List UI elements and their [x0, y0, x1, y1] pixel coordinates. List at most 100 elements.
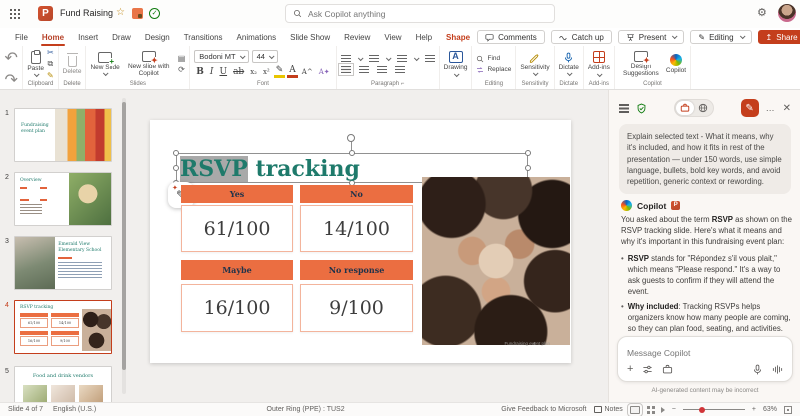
table-header-no-response[interactable]: No response	[300, 260, 413, 280]
slide-indicator[interactable]: Slide 4 of 7	[8, 406, 43, 413]
format-painter-icon[interactable]: ✎	[47, 71, 54, 80]
menu-slide-show[interactable]: Slide Show	[283, 30, 337, 45]
font-color-button[interactable]: A	[287, 65, 298, 78]
paste-button[interactable]: Paste	[27, 51, 44, 77]
font-name-combobox[interactable]: Bodoni MT	[194, 50, 248, 63]
new-slide-dropdown-chevron-icon[interactable]	[103, 71, 109, 77]
paragraph-dialog-launcher-icon[interactable]: ⌐	[401, 81, 405, 87]
voice-microphone-icon[interactable]	[752, 364, 763, 375]
addins-chevron-icon[interactable]	[597, 71, 603, 77]
message-input[interactable]	[627, 348, 783, 358]
superscript-button[interactable]: x²	[261, 68, 272, 76]
design-suggestions-button[interactable]: Design Suggestions	[619, 51, 663, 77]
dictate-button[interactable]: Dictate	[559, 52, 579, 76]
table-header-yes[interactable]: Yes	[181, 185, 293, 203]
character-spacing-button[interactable]: A^	[300, 68, 315, 76]
copy-icon[interactable]: ⧉	[47, 59, 53, 69]
menu-help[interactable]: Help	[409, 30, 439, 45]
redo-icon[interactable]: ↷	[4, 70, 17, 90]
reset-slide-icon[interactable]: ⟳	[178, 65, 185, 74]
paste-dropdown-chevron-icon[interactable]	[34, 72, 40, 78]
present-dropdown-chevron-icon[interactable]	[672, 33, 678, 39]
menu-transitions[interactable]: Transitions	[177, 30, 230, 45]
menu-animations[interactable]: Animations	[230, 30, 284, 45]
menu-insert[interactable]: Insert	[71, 30, 105, 45]
sensitivity-label-icon[interactable]	[132, 8, 143, 19]
table-value-yes[interactable]: 61/100	[181, 205, 293, 252]
menu-view[interactable]: View	[377, 30, 408, 45]
find-button[interactable]: Find	[476, 55, 500, 63]
thumbnail-scrollbar-thumb[interactable]	[122, 102, 126, 370]
selection-handle-top-left[interactable]	[173, 150, 179, 156]
zoom-out-button[interactable]: −	[672, 406, 676, 413]
options-sliders-icon[interactable]	[642, 364, 653, 375]
user-avatar[interactable]	[778, 4, 796, 22]
drawing-button[interactable]: A Drawing	[444, 51, 468, 76]
voice-mode-waveform-icon[interactable]	[772, 364, 783, 375]
subscript-button[interactable]: x₂	[248, 68, 259, 76]
close-panel-icon[interactable]: ✕	[783, 103, 791, 114]
new-chat-button[interactable]: ✎	[741, 99, 759, 117]
copilot-message-input-box[interactable]: +	[617, 336, 793, 382]
menu-review[interactable]: Review	[337, 30, 377, 45]
align-center-button[interactable]	[359, 66, 369, 73]
work-mode-segment[interactable]	[676, 101, 694, 115]
bullets-button[interactable]	[341, 55, 351, 62]
undo-icon[interactable]: ↶	[4, 48, 17, 68]
zoom-slider-handle[interactable]	[699, 407, 705, 413]
work-briefcase-icon[interactable]	[662, 364, 673, 375]
comments-button[interactable]: Comments	[477, 30, 545, 44]
thumbnail-slide-1[interactable]: Fundraising event plan	[14, 108, 112, 162]
columns-button[interactable]	[425, 55, 435, 62]
zoom-slider[interactable]	[683, 409, 745, 410]
saved-status-icon[interactable]: ✓	[149, 8, 160, 19]
chat-history-icon[interactable]	[619, 104, 629, 105]
delete-button[interactable]: Delete	[63, 53, 82, 75]
replace-button[interactable]: Replace	[476, 66, 511, 74]
italic-button[interactable]: I	[208, 67, 216, 77]
new-slide-with-copilot-button[interactable]: New slide with Copilot	[123, 51, 175, 77]
feedback-link[interactable]: Give Feedback to Microsoft	[501, 406, 586, 413]
language-indicator[interactable]: English (U.S.)	[53, 406, 96, 413]
web-mode-segment[interactable]	[694, 101, 712, 115]
highlight-color-button[interactable]: ✎	[274, 65, 286, 78]
strikethrough-button[interactable]: ab	[231, 67, 246, 77]
font-size-combobox[interactable]: 44	[252, 50, 278, 63]
favorite-star-icon[interactable]: ☆	[116, 7, 125, 18]
editing-dropdown-chevron-icon[interactable]	[739, 33, 745, 39]
selection-handle-mid-left[interactable]	[173, 165, 179, 171]
sensitivity-button[interactable]: Sensitivity	[520, 52, 549, 76]
slideshow-view-button[interactable]	[661, 407, 665, 413]
addins-button[interactable]: Add-ins	[588, 51, 610, 76]
cut-scissors-icon[interactable]: ✂	[47, 48, 54, 57]
dictate-chevron-icon[interactable]	[567, 71, 573, 77]
share-button[interactable]: ↥ Share	[758, 30, 800, 44]
sensitivity-chevron-icon[interactable]	[533, 71, 539, 77]
slide-title[interactable]: RSVP tracking	[180, 156, 360, 182]
copilot-ribbon-button[interactable]: Copilot	[666, 54, 686, 74]
clear-formatting-button[interactable]: A✦	[317, 68, 332, 76]
slide-sorter-view-button[interactable]	[647, 406, 650, 409]
more-options-icon[interactable]: …	[766, 103, 776, 113]
menu-home[interactable]: Home	[35, 30, 71, 45]
menu-file[interactable]: File	[8, 30, 35, 45]
align-right-button[interactable]	[377, 66, 387, 73]
thumbnail-slide-4-selected[interactable]: RSVP tracking 61/100 14/100 16/100 9/100	[14, 300, 112, 354]
new-slide-button[interactable]: New Slide	[90, 52, 119, 76]
search-input[interactable]	[308, 9, 547, 19]
bullets-chevron-icon[interactable]	[358, 55, 364, 61]
present-button[interactable]: Present	[618, 30, 685, 44]
app-launcher-icon[interactable]	[10, 9, 12, 11]
normal-view-button[interactable]	[630, 406, 640, 414]
table-value-no[interactable]: 14/100	[300, 205, 413, 252]
document-title[interactable]: Fund Raising	[60, 8, 113, 18]
indent-button[interactable]	[397, 55, 407, 62]
underline-button[interactable]: U	[217, 67, 229, 77]
thumbnail-scrollbar[interactable]	[122, 98, 126, 394]
powerpoint-logo-icon[interactable]: P	[38, 6, 53, 21]
settings-gear-icon[interactable]: ⚙	[757, 6, 767, 19]
add-attachment-icon[interactable]: +	[627, 364, 633, 375]
table-header-no[interactable]: No	[300, 185, 413, 203]
editing-mode-button[interactable]: ✎ Editing	[690, 30, 751, 44]
font-name-chevron-icon[interactable]	[239, 53, 245, 59]
